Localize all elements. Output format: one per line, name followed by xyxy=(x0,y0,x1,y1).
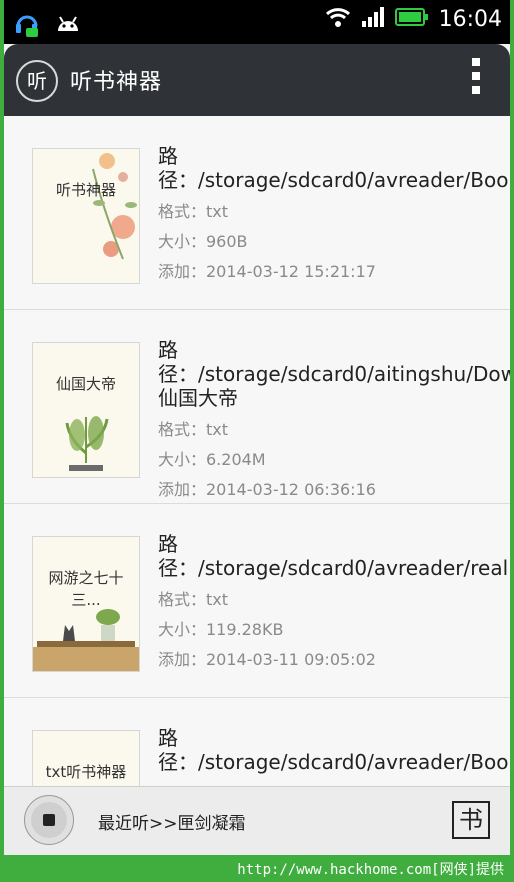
stop-icon xyxy=(43,814,55,826)
overflow-menu-icon[interactable] xyxy=(470,58,482,102)
book-cover: 听书神器 xyxy=(32,148,140,284)
footer-watermark: http://www.hackhome.com[网侠]提供 xyxy=(237,862,504,878)
book-format: 格式：txt xyxy=(158,590,229,609)
book-path: 路径：/storage/sdcard0/avreader/BookReader xyxy=(158,726,510,774)
book-cover: 网游之七十三... xyxy=(32,536,140,672)
book-list[interactable]: 听书神器 路径：/storage/sdcard0/avreader/BookRe… xyxy=(4,116,510,786)
action-bar: 听 听书神器 xyxy=(4,44,510,116)
book-info: 路径：/storage/sdcard0/aitingshu/DownLoad/仙… xyxy=(158,338,510,500)
book-cover: 仙国大帝 xyxy=(32,342,140,478)
book-added-date: 添加：2014-03-12 15:21:17 xyxy=(158,262,376,281)
book-list-item[interactable]: txt听书神器 路径：/storage/sdcard0/avreader/Boo… xyxy=(4,698,510,786)
book-size: 大小：6.204M xyxy=(158,450,266,469)
book-cover: txt听书神器 xyxy=(32,730,140,786)
book-info: 路径：/storage/sdcard0/avreader/BookReader xyxy=(158,726,510,774)
battery-icon xyxy=(394,6,429,32)
wifi-icon xyxy=(325,6,351,32)
book-size: 大小：119.28KB xyxy=(158,620,284,639)
app-title: 听书神器 xyxy=(70,70,163,95)
book-format: 格式：txt xyxy=(158,420,229,439)
book-cover-title: 仙国大帝 xyxy=(55,375,116,393)
bookshelf-button[interactable]: 书 xyxy=(452,801,490,839)
book-added-date: 添加：2014-03-11 09:05:02 xyxy=(158,650,376,669)
android-icon xyxy=(54,11,82,39)
phone-screen: 16:04 听 听书神器 听书神器 路径：/storage/sdcard0/av… xyxy=(4,0,510,855)
clock-time: 16:04 xyxy=(438,6,502,32)
book-info: 路径：/storage/sdcard0/avreader/BookReader … xyxy=(158,144,510,282)
app-logo-icon: 听 xyxy=(16,60,58,102)
book-list-item[interactable]: 仙国大帝 路径：/storage/sdcard0/aitingshu/DownL… xyxy=(4,310,510,504)
now-playing-text[interactable]: 最近听>>匣剑凝霜 xyxy=(98,809,246,834)
book-list-item[interactable]: 听书神器 路径：/storage/sdcard0/avreader/BookRe… xyxy=(4,116,510,310)
player-bar: 最近听>>匣剑凝霜 书 xyxy=(4,786,510,855)
book-path: 路径：/storage/sdcard0/avreader/BookReader xyxy=(158,144,510,192)
headset-notify-icon xyxy=(12,8,42,42)
footer-bar: http://www.hackhome.com[网侠]提供 xyxy=(0,855,514,882)
book-format: 格式：txt xyxy=(158,202,229,221)
book-list-item[interactable]: 网游之七十三... 路径：/storage/sdcard0/avreader/r… xyxy=(4,504,510,698)
book-cover-title: 听书神器 xyxy=(55,181,116,199)
status-right: 16:04 xyxy=(325,6,502,32)
book-added-date: 添加：2014-03-12 06:36:16 xyxy=(158,480,376,499)
status-left xyxy=(12,8,82,42)
book-size: 大小：960B xyxy=(158,232,248,251)
stop-button[interactable] xyxy=(24,795,74,845)
book-cover-title: txt听书神器 xyxy=(45,763,127,781)
status-bar: 16:04 xyxy=(4,0,510,44)
signal-icon xyxy=(361,6,385,32)
book-info: 路径：/storage/sdcard0/avreader/realDownloa… xyxy=(158,532,510,670)
book-path: 路径：/storage/sdcard0/aitingshu/DownLoad/仙… xyxy=(158,338,510,410)
book-cover-title: 网游之七十三... xyxy=(48,569,124,609)
book-path: 路径：/storage/sdcard0/avreader/realDownloa… xyxy=(158,532,510,580)
